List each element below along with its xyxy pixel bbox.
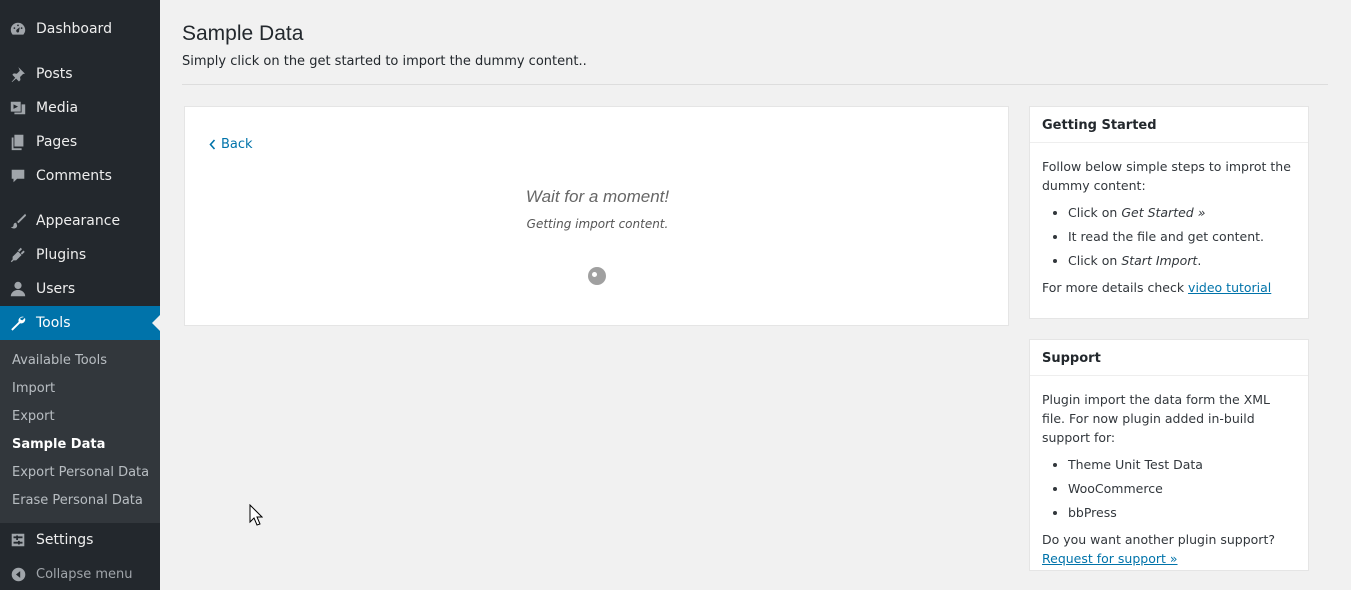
support-list: Theme Unit Test Data WooCommerce bbPress [1068,455,1296,522]
loading-spinner-icon [588,267,606,285]
getting-started-intro: Follow below simple steps to improt the … [1042,159,1291,193]
mouse-cursor-icon [249,504,263,526]
menu-item-posts[interactable]: Posts [0,57,160,91]
settings-icon [0,523,36,557]
submenu-sample-data[interactable]: Sample Data [12,437,105,452]
admin-sidebar: Dashboard Posts Media Pages Comments App… [0,0,160,590]
menu-label-settings: Settings [36,532,94,548]
menu-label-posts: Posts [36,66,73,82]
wrench-icon [0,306,36,340]
menu-item-comments[interactable]: Comments [0,159,160,193]
menu-item-users[interactable]: Users [0,272,160,306]
request-support-link[interactable]: Request for support » [1042,551,1178,566]
menu-label-appearance: Appearance [36,213,121,229]
step-item: It read the file and get content. [1068,227,1296,246]
import-panel: Back Wait for a moment! Getting import c… [184,106,1009,326]
paintbrush-icon [0,204,36,238]
support-box: Support Plugin import the data form the … [1029,339,1309,571]
page-description: Simply click on the get started to impor… [182,54,587,69]
menu-label-tools: Tools [36,315,71,331]
support-item: WooCommerce [1068,479,1296,498]
menu-item-appearance[interactable]: Appearance [0,204,160,238]
users-icon [0,272,36,306]
step-item: Click on Get Started » [1068,203,1296,222]
submenu-erase-personal-data[interactable]: Erase Personal Data [12,493,143,508]
video-tutorial-link[interactable]: video tutorial [1188,280,1271,295]
pin-icon [0,57,36,91]
wait-subtitle: Getting import content. [526,217,669,231]
support-title: Support [1030,340,1308,376]
collapse-icon [0,566,36,583]
plugin-icon [0,238,36,272]
menu-label-pages: Pages [36,134,78,150]
menu-item-pages[interactable]: Pages [0,125,160,159]
dashboard-icon [0,12,36,46]
support-question: Do you want another plugin support? [1042,532,1275,547]
menu-item-media[interactable]: Media [0,91,160,125]
support-intro: Plugin import the data form the XML file… [1042,392,1271,445]
submenu-available-tools[interactable]: Available Tools [12,353,107,368]
menu-label-media: Media [36,100,79,116]
getting-started-steps: Click on Get Started » It read the file … [1068,203,1296,270]
getting-started-box: Getting Started Follow below simple step… [1029,106,1309,319]
support-item: Theme Unit Test Data [1068,455,1296,474]
menu-label-comments: Comments [36,168,112,184]
header-divider [182,84,1328,85]
media-icon [0,91,36,125]
submenu-import[interactable]: Import [12,381,55,396]
tools-submenu: Available Tools Import Export Sample Dat… [0,340,160,523]
back-link[interactable]: Back [209,137,253,152]
menu-item-tools[interactable]: Tools [0,306,160,340]
pages-icon [0,125,36,159]
menu-item-settings[interactable]: Settings [0,523,160,557]
menu-item-dashboard[interactable]: Dashboard [0,12,160,46]
comments-icon [0,159,36,193]
submenu-export-personal-data[interactable]: Export Personal Data [12,465,149,480]
chevron-left-icon [209,139,216,150]
getting-started-title: Getting Started [1030,107,1308,143]
menu-item-plugins[interactable]: Plugins [0,238,160,272]
menu-label-dashboard: Dashboard [36,21,112,37]
menu-label-users: Users [36,281,76,297]
menu-label-plugins: Plugins [36,247,87,263]
collapse-label: Collapse menu [36,566,133,582]
page-title: Sample Data [182,22,304,45]
more-details: For more details check video tutorial [1042,280,1272,295]
submenu-export[interactable]: Export [12,409,55,424]
step-item: Click on Start Import. [1068,251,1296,270]
collapse-menu-button[interactable]: Collapse menu [0,562,160,586]
wait-title: Wait for a moment! [525,187,670,206]
back-label: Back [221,137,253,152]
support-item: bbPress [1068,503,1296,522]
